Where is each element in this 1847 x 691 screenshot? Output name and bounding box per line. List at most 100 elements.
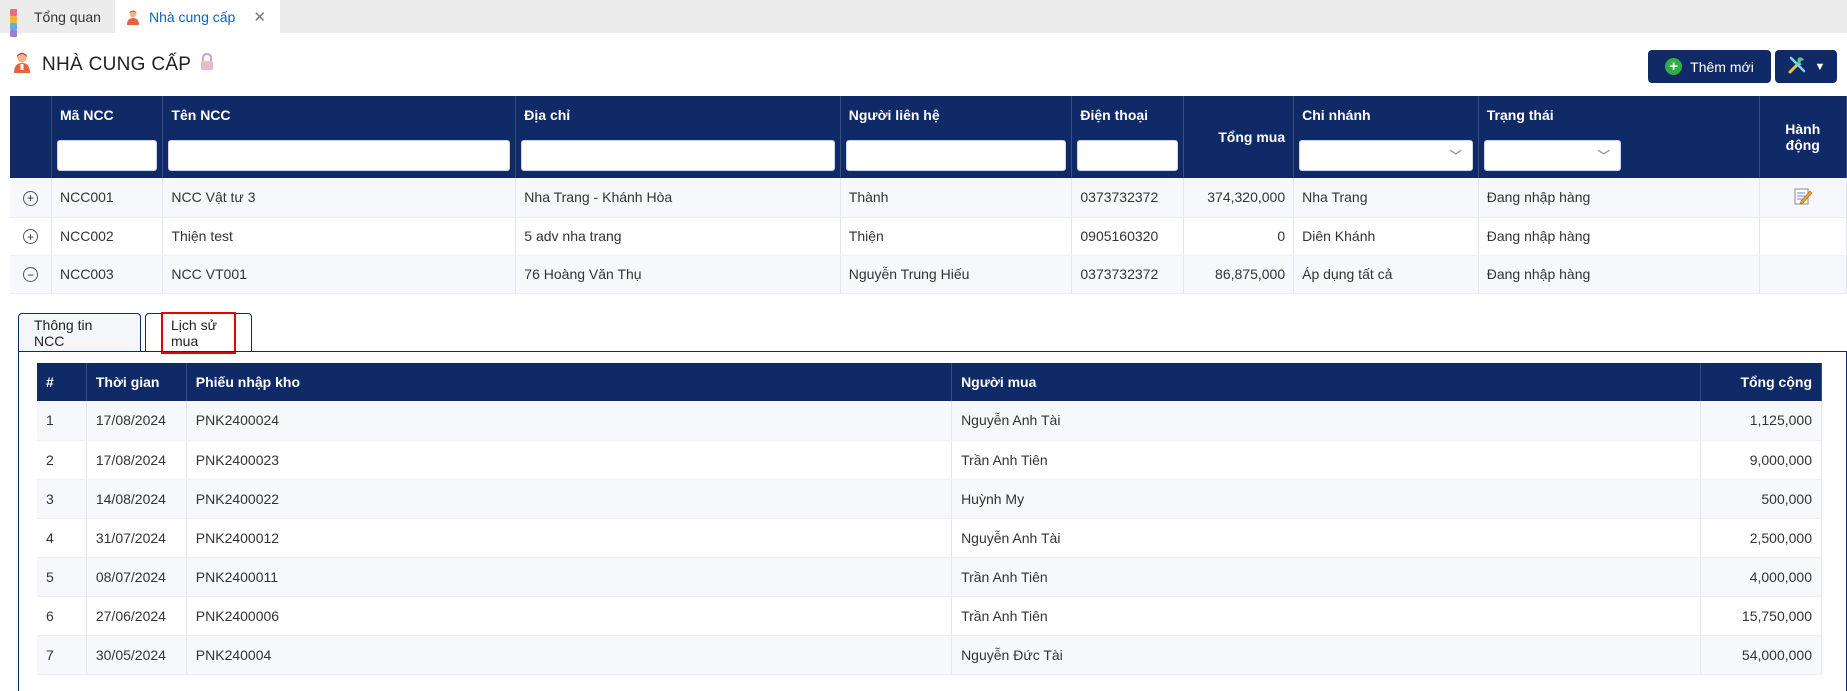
history-cell-date: 17/08/2024 <box>86 440 187 480</box>
history-cell-receipt: PNK2400012 <box>186 518 953 558</box>
collapse-minus-icon[interactable]: − <box>23 267 38 283</box>
history-row[interactable]: 7 30/05/2024 PNK240004 Nguyễn Đức Tài 54… <box>37 635 1823 675</box>
history-cell-total: 15,750,000 <box>1700 596 1823 636</box>
cell-phone: 0905160320 <box>1071 217 1184 256</box>
page-title: NHÀ CUNG CẤP <box>12 51 215 79</box>
cell-branch: Nha Trang <box>1293 178 1479 218</box>
filter-phone-cell <box>1071 133 1184 178</box>
chevron-down-icon: ﹀ <box>1449 149 1462 163</box>
history-cell-total: 54,000,000 <box>1700 635 1823 675</box>
filter-name-input[interactable] <box>168 140 511 171</box>
history-cell-date: 31/07/2024 <box>86 518 187 558</box>
filter-address-input[interactable] <box>521 140 835 171</box>
plus-icon: + <box>1665 58 1683 75</box>
filter-address-cell <box>515 133 841 178</box>
chevron-down-icon: ▼ <box>1814 60 1826 73</box>
cell-address: 5 adv nha trang <box>515 217 841 256</box>
history-row[interactable]: 6 27/06/2024 PNK2400006 Trần Anh Tiên 15… <box>37 596 1823 636</box>
history-cell-date: 17/08/2024 <box>86 401 187 441</box>
column-header-contact: Người liên hệ <box>840 96 1073 133</box>
tab-purchase-history-label: Lịch sử mua <box>161 311 236 354</box>
tools-icon <box>1787 55 1807 78</box>
filter-branch-select[interactable]: ﹀ <box>1299 140 1473 171</box>
history-cell-buyer: Trần Anh Tiên <box>951 596 1701 636</box>
actions-cell <box>1759 217 1847 256</box>
cell-name: NCC Vật tư 3 <box>162 178 517 218</box>
history-row[interactable]: 1 17/08/2024 PNK2400024 Nguyễn Anh Tài 1… <box>37 401 1823 441</box>
filter-status-cell: ﹀ <box>1478 133 1760 178</box>
supplier-detail-panel: Thông tin NCC Lịch sử mua # Thời gian Ph… <box>18 311 1847 691</box>
history-cell-buyer: Nguyễn Anh Tài <box>951 518 1701 558</box>
app-tab-bar: Tổng quan Nhà cung cấp ✕ <box>0 0 1847 37</box>
history-cell-buyer: Nguyễn Anh Tài <box>951 401 1701 441</box>
cell-address: Nha Trang - Khánh Hòa <box>515 178 841 218</box>
lock-icon <box>199 52 215 77</box>
page-title-text: NHÀ CUNG CẤP <box>42 54 192 75</box>
cell-code: NCC002 <box>51 217 164 256</box>
history-cell-receipt: PNK2400024 <box>186 401 953 441</box>
tab-overview[interactable]: Tổng quan <box>0 0 115 37</box>
history-row[interactable]: 2 17/08/2024 PNK2400023 Trần Anh Tiên 9,… <box>37 440 1823 480</box>
cell-phone: 0373732372 <box>1071 178 1184 218</box>
history-cell-buyer: Trần Anh Tiên <box>951 440 1701 480</box>
cell-total: 86,875,000 <box>1183 255 1295 294</box>
tab-purchase-history[interactable]: Lịch sử mua <box>145 311 252 354</box>
actions-cell <box>1759 255 1847 294</box>
history-cell-receipt: PNK2400022 <box>186 479 953 519</box>
add-new-button[interactable]: + Thêm mới <box>1648 50 1771 83</box>
column-header-phone: Điện thoại <box>1071 96 1184 133</box>
history-cell-date: 30/05/2024 <box>86 635 187 675</box>
cell-name: NCC VT001 <box>162 255 517 294</box>
history-cell-index: 4 <box>37 518 87 558</box>
expand-plus-icon[interactable]: + <box>23 229 38 245</box>
history-row[interactable]: 4 31/07/2024 PNK2400012 Nguyễn Anh Tài 2… <box>37 518 1823 558</box>
history-row[interactable]: 5 08/07/2024 PNK2400011 Trần Anh Tiên 4,… <box>37 557 1823 597</box>
table-row[interactable]: + NCC002 Thiện test 5 adv nha trang Thiệ… <box>10 217 1847 256</box>
chevron-down-icon: ﹀ <box>1597 149 1610 163</box>
tab-supplier-info[interactable]: Thông tin NCC <box>18 313 141 351</box>
filter-name-cell <box>162 133 517 178</box>
supplier-table: Mã NCC Tên NCC Địa chỉ Người liên hệ Điệ… <box>10 96 1847 294</box>
filter-code-input[interactable] <box>57 140 158 171</box>
history-cell-date: 14/08/2024 <box>86 479 187 519</box>
history-row[interactable]: 3 14/08/2024 PNK2400022 Huỳnh My 500,000 <box>37 479 1823 519</box>
cell-contact: Thành <box>840 178 1073 218</box>
history-header-index: # <box>37 363 87 401</box>
filter-contact-input[interactable] <box>845 140 1067 171</box>
history-cell-date: 27/06/2024 <box>86 596 187 636</box>
close-icon[interactable]: ✕ <box>253 8 266 26</box>
filter-code-cell <box>51 133 164 178</box>
tab-supplier-info-label: Thông tin NCC <box>34 316 93 349</box>
table-row[interactable]: + NCC001 NCC Vật tư 3 Nha Trang - Khánh … <box>10 178 1847 218</box>
cell-status: Đang nhập hàng <box>1478 217 1760 256</box>
cell-total: 374,320,000 <box>1183 178 1295 218</box>
expand-cell: − <box>10 255 52 294</box>
expand-column-header <box>10 96 52 178</box>
tools-menu-button[interactable]: ▼ <box>1775 50 1837 83</box>
edit-icon[interactable] <box>1793 186 1813 209</box>
history-cell-index: 5 <box>37 557 87 597</box>
cell-address: 76 Hoàng Văn Thụ <box>515 255 841 294</box>
tab-suppliers[interactable]: Nhà cung cấp ✕ <box>114 0 280 33</box>
column-header-branch: Chi nhánh <box>1293 96 1479 133</box>
filter-status-select[interactable]: ﹀ <box>1483 140 1621 171</box>
column-header-address: Địa chỉ <box>515 96 841 133</box>
actions-cell <box>1759 178 1847 218</box>
history-cell-receipt: PNK2400006 <box>186 596 953 636</box>
history-cell-total: 4,000,000 <box>1700 557 1823 597</box>
history-cell-buyer: Nguyễn Đức Tài <box>951 635 1701 675</box>
expand-plus-icon[interactable]: + <box>23 190 38 206</box>
purchase-history-panel: # Thời gian Phiếu nhập kho Người mua Tổn… <box>18 351 1847 691</box>
column-header-status: Trạng thái <box>1478 96 1760 133</box>
page-header: NHÀ CUNG CẤP + Thêm mới ▼ <box>0 33 1847 96</box>
add-new-label: Thêm mới <box>1690 58 1754 75</box>
history-cell-buyer: Trần Anh Tiên <box>951 557 1701 597</box>
table-row[interactable]: − NCC003 NCC VT001 76 Hoàng Văn Thụ Nguy… <box>10 255 1847 294</box>
cell-phone: 0373732372 <box>1071 255 1184 294</box>
history-header-receipt: Phiếu nhập kho <box>186 363 953 401</box>
filter-phone-input[interactable] <box>1077 140 1178 171</box>
dashboard-grid-icon <box>10 8 26 37</box>
supplier-person-icon <box>12 51 32 79</box>
history-cell-total: 500,000 <box>1700 479 1823 519</box>
history-cell-index: 3 <box>37 479 87 519</box>
